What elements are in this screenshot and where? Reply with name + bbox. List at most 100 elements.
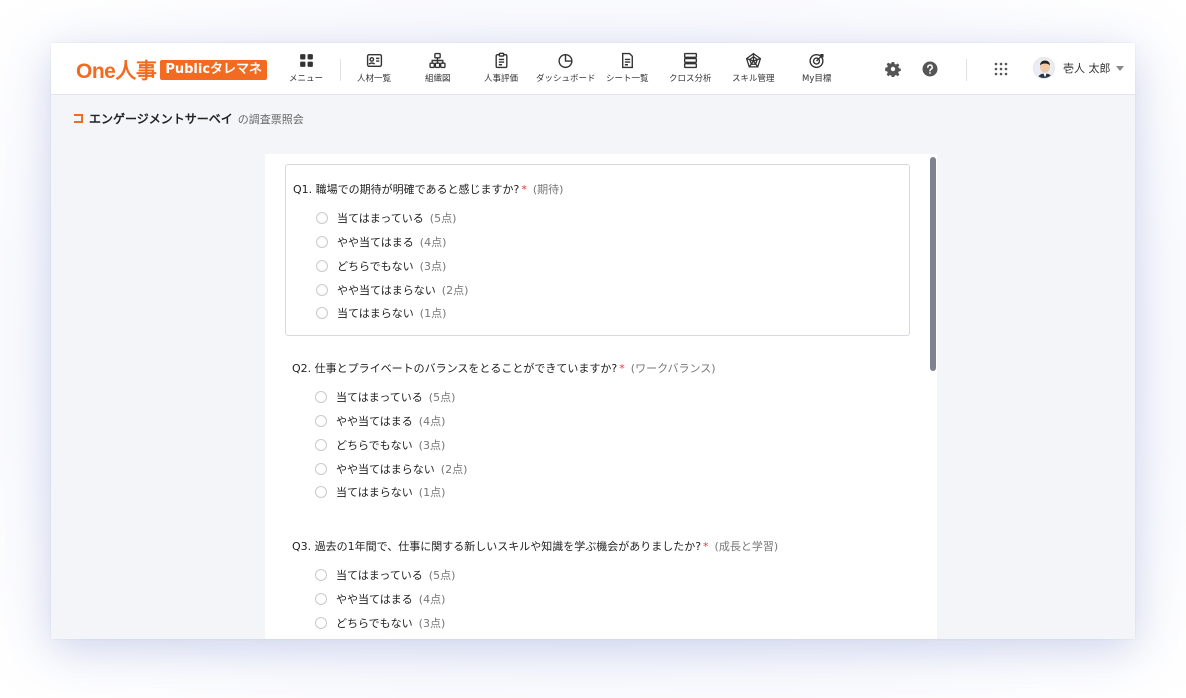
radio-button[interactable] [316, 212, 328, 224]
radio-option[interactable]: どちらでもない (3点) [316, 258, 446, 274]
user-menu[interactable]: 壱人 太郎 [1033, 57, 1124, 79]
chevron-down-icon [1115, 65, 1124, 71]
radio-button[interactable] [315, 463, 327, 475]
option-label: 当てはまらない [337, 307, 414, 320]
question-title: Q3. 過去の1年間で、仕事に関する新しいスキルや知識を学ぶ機会がありましたか?… [292, 538, 778, 554]
radio-option[interactable]: 当てはまっている (5点) [316, 210, 456, 226]
option-label: やや当てはまらない [336, 463, 435, 476]
radio-option[interactable]: やや当てはまる (4点) [315, 413, 445, 429]
radio-button[interactable] [315, 415, 327, 427]
option-points: (1点) [418, 486, 446, 499]
nav-talent-list-label: 人材一覧 [357, 74, 392, 84]
radio-button[interactable] [316, 284, 328, 296]
question-title: Q2. 仕事とプライベートのバランスをとることができていますか? * (ワークバラン… [292, 360, 716, 376]
document-icon [621, 52, 633, 69]
nav-menu[interactable]: メニュー [289, 52, 323, 84]
target-icon [809, 53, 824, 69]
org-chart-icon [429, 52, 446, 69]
radio-option[interactable]: 当てはまらない (1点) [316, 305, 446, 321]
radio-option[interactable]: どちらでもない (3点) [315, 615, 445, 631]
option-points: (4点) [418, 415, 446, 428]
radio-button[interactable] [315, 391, 327, 403]
radio-option[interactable]: 当てはまっている (5点) [315, 389, 455, 405]
nav-dashboard-label: ダッシュボード [536, 74, 596, 84]
radio-button[interactable] [315, 486, 327, 498]
nav-dashboard[interactable]: ダッシュボード [536, 52, 596, 84]
option-label: やや当てはまる [337, 236, 414, 249]
required-mark: * [521, 183, 527, 196]
nav-org-chart-label: 組織図 [425, 74, 451, 84]
question-title: Q1. 職場での期待が明確であると感じますか? * (期待) [293, 181, 563, 197]
option-label: 当てはまっている [336, 391, 423, 404]
nav-evaluation-label: 人事評価 [484, 74, 519, 84]
radio-button[interactable] [316, 260, 328, 272]
help-icon[interactable] [922, 61, 938, 77]
option-label: 当てはまっている [337, 212, 424, 225]
radio-option[interactable]: やや当てはまる (4点) [315, 591, 445, 607]
radio-option[interactable]: やや当てはまる (4点) [316, 234, 446, 250]
apps-grid-icon[interactable] [993, 61, 1009, 77]
page-subtitle: の調査票照会 [237, 112, 304, 126]
option-points: (5点) [428, 569, 456, 582]
question-text: Q2. 仕事とプライベートのバランスをとることができていますか? [292, 362, 618, 375]
radio-button[interactable] [316, 236, 328, 248]
bracket-icon [74, 114, 83, 123]
option-label: やや当てはまる [336, 415, 413, 428]
required-mark: * [619, 362, 625, 375]
option-label: どちらでもない [337, 260, 414, 273]
radio-button[interactable] [315, 617, 327, 629]
header-divider [966, 59, 967, 81]
logo-text: One人事 [76, 60, 157, 83]
app-logo[interactable]: One人事 Publicタレマネ [76, 58, 268, 83]
radio-button[interactable] [315, 439, 327, 451]
nav-sheet-list[interactable]: シート一覧 [606, 52, 649, 84]
clipboard-icon [494, 52, 508, 69]
question-text: Q1. 職場での期待が明確であると感じますか? [293, 183, 520, 196]
option-label: どちらでもない [336, 439, 413, 452]
nav-skill-management[interactable]: スキル管理 [732, 52, 775, 84]
radio-button[interactable] [315, 569, 327, 581]
nav-cross-analysis-label: クロス分析 [669, 74, 712, 84]
pie-chart-icon [558, 53, 573, 69]
option-label: やや当てはまる [336, 593, 413, 606]
nav-cross-analysis[interactable]: クロス分析 [669, 52, 712, 84]
nav-talent-list[interactable]: 人材一覧 [357, 52, 391, 84]
option-points: (5点) [428, 391, 456, 404]
top-navigation-bar: One人事 Publicタレマネ メニュー 人材一覧 組織図 人事評価 ダッシュ… [51, 43, 1135, 95]
radio-option[interactable]: 当てはまらない (1点) [315, 484, 445, 500]
question-card-q2: Q2. 仕事とプライベートのバランスをとることができていますか? * (ワークバラン… [285, 344, 910, 514]
radio-option[interactable]: 当てはまっている (5点) [315, 567, 455, 583]
nav-menu-label: メニュー [289, 74, 324, 84]
nav-sheet-list-label: シート一覧 [606, 74, 649, 84]
option-points: (2点) [441, 284, 469, 297]
option-label: やや当てはまらない [337, 284, 436, 297]
option-points: (3点) [419, 260, 447, 273]
radio-option[interactable]: やや当てはまらない (2点) [316, 282, 468, 298]
option-label: 当てはまっている [336, 569, 423, 582]
required-mark: * [703, 540, 709, 553]
radio-option[interactable]: やや当てはまらない (2点) [315, 461, 467, 477]
nav-evaluation[interactable]: 人事評価 [484, 52, 518, 84]
option-points: (1点) [419, 307, 447, 320]
nav-skill-management-label: スキル管理 [732, 74, 775, 84]
radio-option[interactable]: どちらでもない (3点) [315, 437, 445, 453]
survey-panel: Q1. 職場での期待が明確であると感じますか? * (期待) 当てはまっている (5点… [265, 154, 937, 639]
question-category: (期待) [532, 183, 564, 196]
radar-chart-icon [745, 52, 761, 68]
question-text: Q3. 過去の1年間で、仕事に関する新しいスキルや知識を学ぶ機会がありましたか? [292, 540, 702, 553]
nav-org-chart[interactable]: 組織図 [425, 52, 451, 84]
radio-button[interactable] [316, 307, 328, 319]
option-points: (2点) [440, 463, 468, 476]
gear-icon[interactable] [885, 61, 901, 77]
avatar [1033, 57, 1055, 79]
option-points: (4点) [419, 236, 447, 249]
nav-my-goals[interactable]: My目標 [802, 52, 831, 84]
question-category: (ワークバランス) [630, 362, 716, 375]
question-category: (成長と学習) [714, 540, 779, 553]
page-title: エンゲージメントサーベイ [89, 112, 233, 126]
layers-icon [683, 52, 697, 69]
logo-badge: Publicタレマネ [160, 60, 268, 80]
radio-button[interactable] [315, 593, 327, 605]
option-points: (3点) [418, 617, 446, 630]
scrollbar-thumb[interactable] [930, 157, 936, 371]
